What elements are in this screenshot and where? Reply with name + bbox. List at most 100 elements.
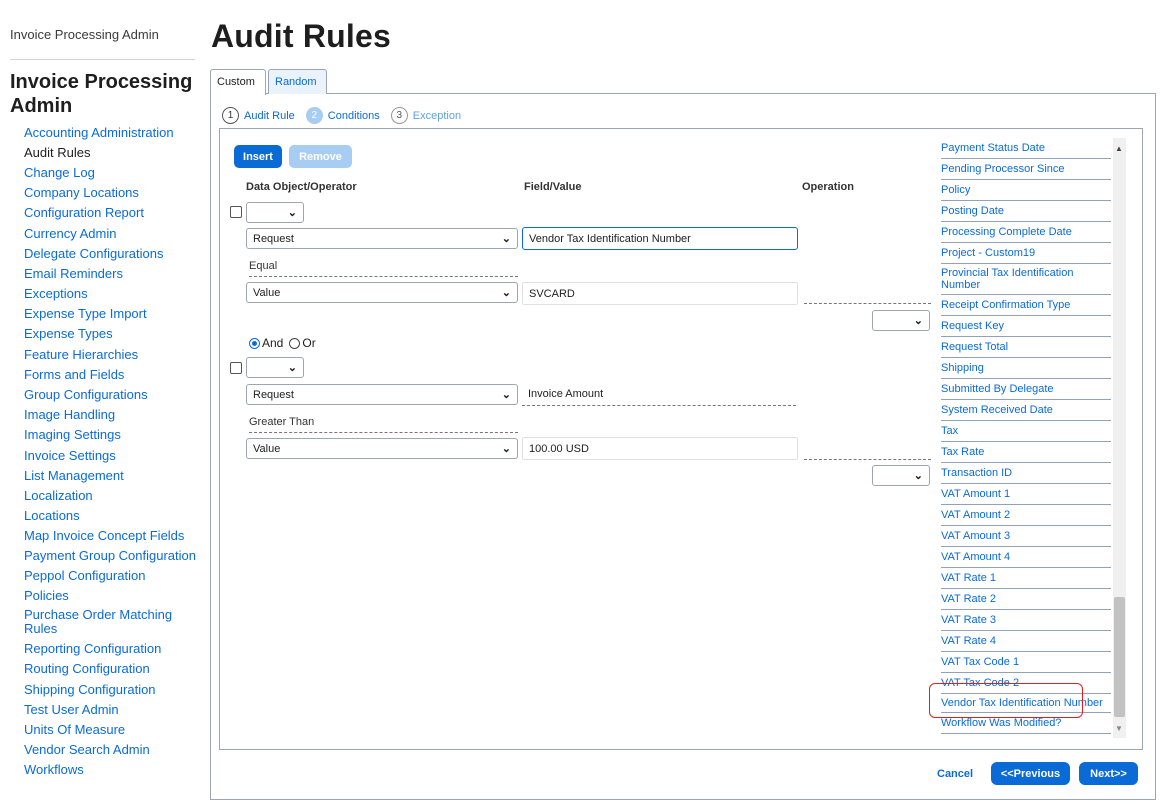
sidebar-item-locations[interactable]: Locations: [24, 506, 199, 526]
sidebar-item-vendor-search-admin[interactable]: Vendor Search Admin: [24, 740, 199, 760]
field-list-item[interactable]: Processing Complete Date: [941, 222, 1111, 243]
sidebar-item-change-log[interactable]: Change Log: [24, 162, 199, 182]
field-list-item[interactable]: Pending Processor Since: [941, 159, 1111, 180]
sidebar-item-image-handling[interactable]: Image Handling: [24, 405, 199, 425]
field-list-item[interactable]: Request Total: [941, 337, 1111, 358]
condition-2-checkbox[interactable]: [230, 362, 242, 374]
sidebar-item-localization[interactable]: Localization: [24, 485, 199, 505]
field-list-item[interactable]: VAT Rate 1: [941, 568, 1111, 589]
condition-2-value-select[interactable]: Value ⌄: [246, 438, 518, 459]
field-list-item[interactable]: VAT Amount 2: [941, 505, 1111, 526]
field-list-item[interactable]: Receipt Confirmation Type: [941, 295, 1111, 316]
previous-button[interactable]: <<Previous: [991, 762, 1070, 785]
sidebar-item-email-reminders[interactable]: Email Reminders: [24, 263, 199, 283]
chevron-down-icon: ⌄: [501, 233, 511, 245]
sidebar-item-shipping-configuration[interactable]: Shipping Configuration: [24, 679, 199, 699]
condition-2-object-select[interactable]: Request ⌄: [246, 384, 518, 405]
sidebar-item-company-locations[interactable]: Company Locations: [24, 183, 199, 203]
condition-1-object-select[interactable]: Request ⌄: [246, 228, 518, 249]
field-list-item[interactable]: Submitted By Delegate: [941, 379, 1111, 400]
scroll-up-arrow-icon[interactable]: ▲: [1115, 144, 1123, 153]
sidebar-item-routing-configuration[interactable]: Routing Configuration: [24, 659, 199, 679]
field-list-item[interactable]: Project - Custom19: [941, 243, 1111, 264]
condition-2-object-value: Request: [253, 389, 294, 401]
step-conditions[interactable]: Conditions: [328, 110, 380, 122]
field-list-item[interactable]: Payment Status Date: [941, 138, 1111, 159]
sidebar-item-expense-type-import[interactable]: Expense Type Import: [24, 304, 199, 324]
field-list-item[interactable]: Tax Rate: [941, 442, 1111, 463]
chevron-down-icon: ⌄: [501, 389, 511, 401]
condition-2-field-input[interactable]: Invoice Amount: [522, 383, 796, 406]
condition-2-operation-select[interactable]: ⌄: [872, 465, 930, 486]
sidebar-item-reporting-configuration[interactable]: Reporting Configuration: [24, 639, 199, 659]
sidebar-top-link[interactable]: Invoice Processing Admin: [10, 27, 159, 42]
condition-2-paren-select[interactable]: ⌄: [246, 357, 304, 378]
sidebar-item-payment-group-configuration[interactable]: Payment Group Configuration: [24, 546, 199, 565]
condition-1-value-select[interactable]: Value ⌄: [246, 282, 518, 303]
sidebar-item-expense-types[interactable]: Expense Types: [24, 324, 199, 344]
sidebar-item-imaging-settings[interactable]: Imaging Settings: [24, 425, 199, 445]
step-audit-rule[interactable]: Audit Rule: [244, 110, 295, 122]
sidebar-item-delegate-configurations[interactable]: Delegate Configurations: [24, 243, 199, 263]
condition-1-field-input[interactable]: Vendor Tax Identification Number: [522, 227, 798, 250]
or-radio[interactable]: [289, 337, 301, 349]
sidebar-item-group-configurations[interactable]: Group Configurations: [24, 384, 199, 404]
and-radio[interactable]: [249, 337, 260, 349]
tab-custom[interactable]: Custom: [210, 69, 266, 95]
field-list-item[interactable]: Request Key: [941, 316, 1111, 337]
condition-2-value-type: Value: [253, 443, 281, 455]
sidebar-item-peppol-configuration[interactable]: Peppol Configuration: [24, 565, 199, 585]
sidebar-item-purchase-order-matching-rules[interactable]: Purchase Order Matching Rules: [24, 606, 199, 639]
sidebar-item-audit-rules[interactable]: Audit Rules: [24, 142, 199, 162]
chevron-down-icon: ⌄: [913, 315, 923, 327]
tab-random[interactable]: Random: [268, 69, 327, 94]
sidebar-item-exceptions[interactable]: Exceptions: [24, 284, 199, 304]
sidebar-item-units-of-measure[interactable]: Units Of Measure: [24, 719, 199, 739]
sidebar-item-forms-and-fields[interactable]: Forms and Fields: [24, 364, 199, 384]
sidebar-item-policies[interactable]: Policies: [24, 585, 199, 605]
sidebar-item-map-invoice-concept-fields[interactable]: Map Invoice Concept Fields: [24, 526, 199, 546]
sidebar-item-test-user-admin[interactable]: Test User Admin: [24, 699, 199, 719]
field-list-item[interactable]: Transaction ID: [941, 463, 1111, 484]
field-list-item[interactable]: Provincial Tax Identification Number: [941, 264, 1111, 295]
condition-1-object-value: Request: [253, 233, 294, 245]
step-3-number: 3: [390, 107, 408, 124]
field-list-item[interactable]: VAT Amount 4: [941, 547, 1111, 568]
connector-radio-group: And Or: [249, 336, 316, 350]
field-list-scroll-thumb[interactable]: [1114, 597, 1125, 717]
sidebar-item-currency-admin[interactable]: Currency Admin: [24, 223, 199, 243]
cancel-link[interactable]: Cancel: [937, 768, 973, 780]
field-list-item[interactable]: VAT Amount 3: [941, 526, 1111, 547]
sidebar-item-configuration-report[interactable]: Configuration Report: [24, 203, 199, 223]
chevron-down-icon: ⌄: [501, 443, 511, 455]
field-list-item[interactable]: VAT Rate 2: [941, 589, 1111, 610]
sidebar-item-feature-hierarchies[interactable]: Feature Hierarchies: [24, 344, 199, 364]
condition-1-value-text: SVCARD: [529, 288, 575, 300]
field-list-item[interactable]: VAT Rate 3: [941, 610, 1111, 631]
field-list-item[interactable]: Tax: [941, 421, 1111, 442]
sidebar-item-workflows[interactable]: Workflows: [24, 760, 199, 780]
remove-button[interactable]: Remove: [289, 145, 352, 168]
condition-1-operator[interactable]: Equal: [249, 260, 518, 277]
sidebar-item-invoice-settings[interactable]: Invoice Settings: [24, 445, 199, 465]
scroll-down-arrow-icon[interactable]: ▼: [1115, 724, 1123, 733]
sidebar-item-list-management[interactable]: List Management: [24, 465, 199, 485]
condition-1-operation-select[interactable]: ⌄: [872, 310, 930, 331]
sidebar-item-accounting-administration[interactable]: Accounting Administration: [24, 122, 199, 142]
field-list-item[interactable]: VAT Amount 1: [941, 484, 1111, 505]
condition-2-operator[interactable]: Greater Than: [249, 416, 518, 433]
field-list-item[interactable]: Posting Date: [941, 201, 1111, 222]
condition-1-checkbox[interactable]: [230, 206, 242, 218]
field-list-item[interactable]: VAT Rate 4: [941, 631, 1111, 652]
insert-button[interactable]: Insert: [234, 145, 282, 168]
condition-1-paren-select[interactable]: ⌄: [246, 202, 304, 223]
field-list-item[interactable]: Shipping: [941, 358, 1111, 379]
condition-2-value-input[interactable]: 100.00 USD: [522, 437, 798, 460]
next-button[interactable]: Next>>: [1079, 762, 1138, 785]
chevron-down-icon: ⌄: [287, 207, 297, 219]
field-list-item[interactable]: System Received Date: [941, 400, 1111, 421]
field-list-item[interactable]: Policy: [941, 180, 1111, 201]
field-list-item[interactable]: VAT Tax Code 1: [941, 652, 1111, 673]
step-exception[interactable]: Exception: [413, 110, 461, 122]
condition-1-value-input[interactable]: SVCARD: [522, 282, 798, 305]
